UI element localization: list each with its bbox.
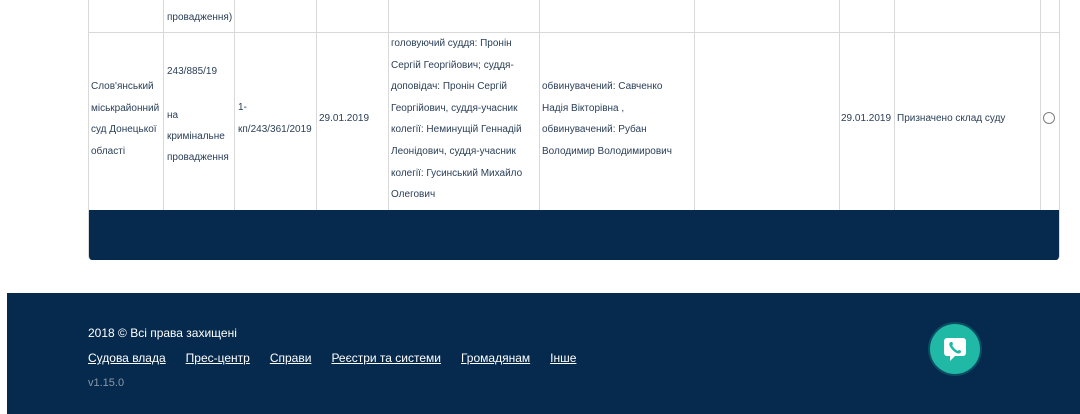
court-line: Слов'янський (91, 81, 154, 92)
footer-link-citizens[interactable]: Громадянам (461, 351, 530, 365)
judges-line: Георгійович, суддя-учасник (391, 102, 518, 114)
judges-line: Олегович (391, 189, 436, 201)
proceeding-line: кп/243/361/2019 (238, 123, 312, 135)
proceeding-number: 1- кп/243/361/2019 (238, 97, 312, 140)
proceeding-line: 1- (238, 102, 247, 113)
footer-link-press-center[interactable]: Прес-центр (186, 351, 250, 365)
table-footer-bar (89, 210, 1059, 260)
copyright-text: 2018 © Всі права захищені (88, 326, 237, 340)
judges-line: Сергій Георгійович; суддя- (391, 59, 514, 71)
party-line: Надія Вікторівна , (542, 102, 625, 114)
case-number-link[interactable]: 243/885/19 (167, 61, 229, 83)
phone-icon (944, 338, 966, 361)
party-line: обвинувачений: Савченко (542, 81, 663, 92)
judges-line: Леонідович, суддя-учасник (391, 145, 516, 157)
court-line: міськрайонний (91, 102, 160, 114)
party-line: обвинувачений: Рубан (542, 124, 647, 136)
footer-link-cases[interactable]: Справи (270, 351, 312, 365)
judges-line: колегії: Гусинський Михайло (391, 167, 523, 179)
case-status: Призначено склад суду (897, 113, 1006, 124)
court-name: Слов'янський міськрайонний суд Донецької… (91, 76, 159, 162)
court-line: суд Донецької (91, 124, 157, 136)
judges-line: колегії: Неминущій Геннадій (391, 124, 522, 136)
phone-callback-button[interactable] (930, 324, 980, 374)
case-type-line: на (167, 110, 179, 121)
court-cases-table: провадження) Слов'янський міськрайонний … (88, 0, 1060, 260)
judges-list: головуючий суддя: Пронін Сергій Георгійо… (391, 33, 522, 206)
party-line: Володимир Володимирович (542, 145, 672, 157)
judges-line: доповідач: Пронін Сергій (391, 81, 508, 93)
footer-nav: Судова влада Прес-центр Справи Реєстри та с… (88, 351, 596, 365)
case-number-cell: 243/885/19 на кримінальне провадження (167, 61, 229, 168)
version-label: v1.15.0 (88, 377, 125, 389)
prev-row-case-type: провадження) (167, 12, 233, 23)
case-type-line: кримінальне (167, 131, 225, 142)
footer-link-judicial-power[interactable]: Судова влада (88, 351, 166, 365)
row-select-radio[interactable] (1043, 112, 1055, 124)
row-divider (89, 32, 1059, 33)
case-type-line: провадження (167, 152, 229, 163)
site-footer: 2018 © Всі права захищені Судова влада Пр… (7, 293, 1080, 414)
court-line: області (91, 145, 126, 157)
footer-link-registries[interactable]: Реєстри та системи (331, 351, 441, 365)
event-date: 29.01.2019 (841, 113, 892, 124)
parties-list: обвинувачений: Савченко Надія Вікторівна… (542, 76, 672, 162)
registration-date: 29.01.2019 (319, 113, 370, 124)
judges-line: головуючий суддя: Пронін (391, 38, 512, 49)
footer-link-other[interactable]: Інше (550, 351, 576, 365)
